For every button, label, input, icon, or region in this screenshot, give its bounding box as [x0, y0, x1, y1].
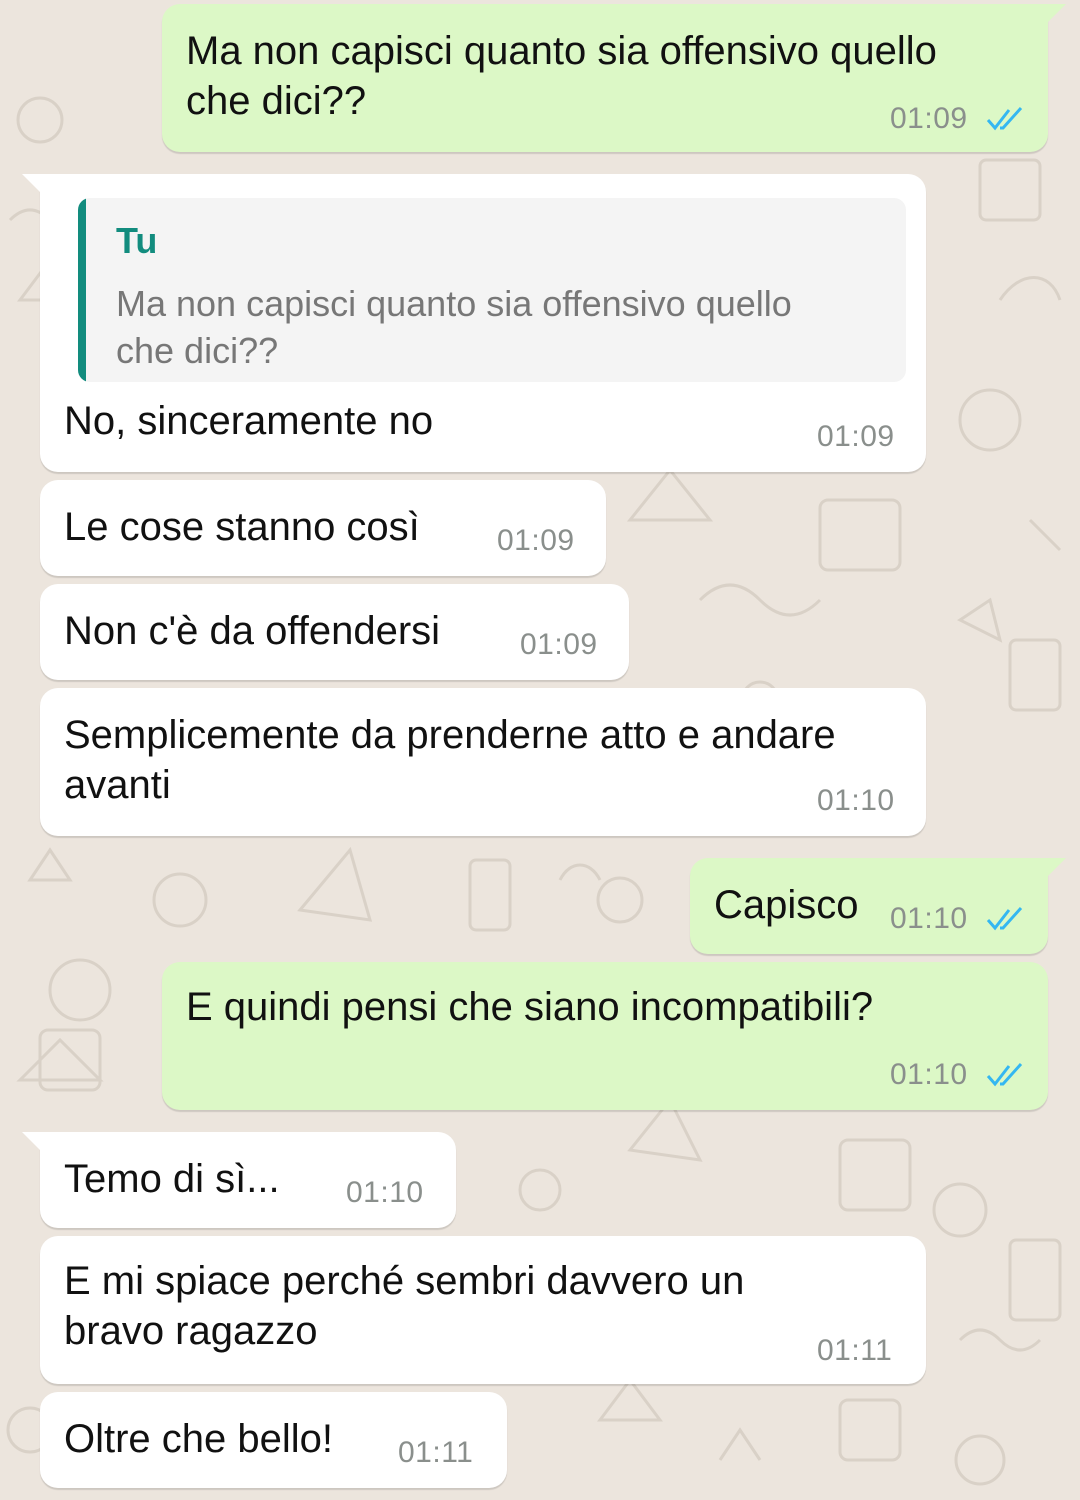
quoted-reply[interactable]: Tu Ma non capisci quanto sia offensivo q…: [78, 198, 906, 382]
message-bubble-incoming[interactable]: Semplicemente da prenderne atto e andare…: [40, 688, 926, 836]
message-time: 01:09: [817, 420, 895, 453]
message-time: 01:09: [497, 524, 575, 557]
message-bubble-incoming[interactable]: Temo di sì... 01:10: [22, 1132, 456, 1228]
message-bubble-incoming[interactable]: E mi spiace perché sembri davvero un bra…: [40, 1236, 926, 1384]
message-text: Capisco: [714, 883, 859, 927]
message-text: Oltre che bello!: [64, 1417, 334, 1461]
message-text: Semplicemente da prenderne atto e andare…: [64, 713, 836, 807]
quote-accent-bar: [78, 198, 86, 382]
message-text: No, sinceramente no: [64, 399, 434, 443]
message-time: 01:10: [890, 1058, 968, 1091]
double-check-icon: [986, 106, 1023, 131]
message-bubble-incoming[interactable]: Tu Ma non capisci quanto sia offensivo q…: [22, 174, 926, 472]
message-text: E quindi pensi che siano incompatibili?: [186, 985, 874, 1029]
message-text: E mi spiace perché sembri davvero un bra…: [64, 1259, 745, 1353]
quote-author: Tu: [116, 220, 158, 261]
message-bubble-incoming[interactable]: Non c'è da offendersi 01:09: [40, 584, 629, 680]
message-time: 01:10: [817, 784, 895, 817]
message-time: 01:11: [817, 1334, 893, 1367]
message-bubble-incoming[interactable]: Le cose stanno così 01:09: [40, 480, 606, 576]
message-time: 01:11: [398, 1436, 474, 1469]
message-bubble-outgoing[interactable]: Ma non capisci quanto sia offensivo quel…: [162, 4, 1066, 152]
message-text: Non c'è da offendersi: [64, 609, 441, 653]
message-bubble-incoming[interactable]: Oltre che bello! 01:11: [40, 1392, 507, 1488]
double-check-icon: [986, 906, 1023, 931]
message-bubble-outgoing[interactable]: Capisco 01:10: [690, 858, 1066, 954]
message-time: 01:10: [890, 902, 968, 935]
quote-text: Ma non capisci quanto sia offensivo quel…: [116, 283, 792, 371]
double-check-icon: [986, 1062, 1023, 1087]
message-bubble-outgoing[interactable]: E quindi pensi che siano incompatibili? …: [162, 962, 1048, 1110]
message-time: 01:09: [890, 102, 968, 135]
message-time: 01:09: [520, 628, 598, 661]
message-text: Le cose stanno così: [64, 505, 420, 549]
message-time: 01:10: [346, 1176, 424, 1209]
message-text: Temo di sì...: [64, 1157, 280, 1201]
